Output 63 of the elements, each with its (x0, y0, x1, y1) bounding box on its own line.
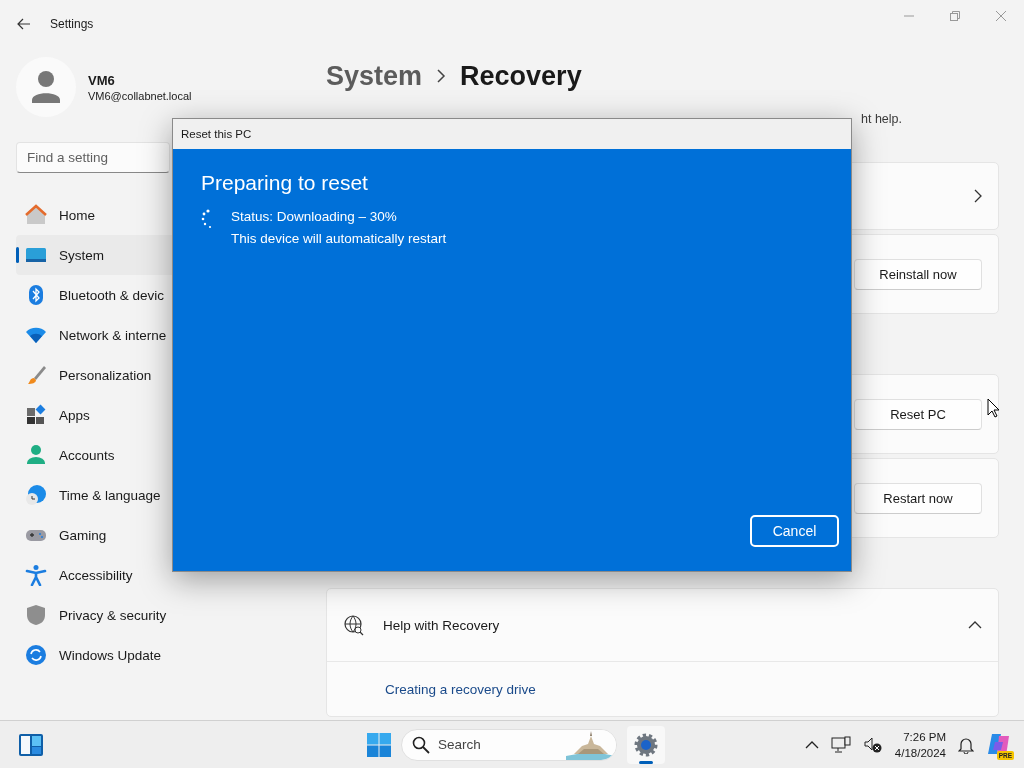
nav-label: Privacy & security (59, 607, 167, 623)
nav-label: Time & language (59, 487, 161, 503)
close-icon[interactable] (996, 11, 1006, 21)
chevron-up-icon[interactable] (968, 621, 982, 629)
restore-icon[interactable] (950, 11, 960, 21)
nav-item[interactable]: Network & interne (16, 315, 310, 355)
bell-icon[interactable] (958, 735, 974, 754)
nav-item[interactable]: Bluetooth & devic (16, 275, 310, 315)
nav-label: Windows Update (59, 647, 162, 663)
speaker-muted-icon[interactable] (862, 735, 883, 754)
nav-item[interactable]: Windows Update (16, 635, 310, 675)
chevron-right-icon (436, 69, 447, 83)
dialog-title: Reset this PC (181, 128, 252, 140)
brush-icon (25, 364, 47, 386)
taskbar-search[interactable]: Search (401, 728, 617, 761)
nav-label: Apps (59, 407, 90, 423)
nav-item[interactable]: Privacy & security (16, 595, 310, 635)
shield-icon (25, 604, 47, 626)
person-icon (25, 444, 47, 466)
nav-label: Gaming (59, 527, 107, 543)
help-link[interactable]: Creating a recovery drive (385, 681, 536, 697)
nav-item[interactable]: Accounts (16, 435, 310, 475)
search-field[interactable]: Find a setting (16, 142, 170, 173)
window-title: Settings (50, 17, 94, 31)
page-title: Recovery (460, 60, 582, 92)
globe-search-icon (343, 614, 365, 636)
nav-item[interactable]: Gaming (16, 515, 310, 555)
settings-app-icon[interactable] (627, 725, 665, 764)
action-button[interactable]: Restart now (854, 482, 982, 514)
back-arrow-icon[interactable] (16, 16, 32, 32)
nav-label: Home (59, 207, 95, 223)
cancel-button[interactable]: Cancel (750, 515, 839, 547)
nav-label: Personalization (59, 367, 152, 383)
taskbar-clock[interactable]: 7:26 PM 4/18/2024 (894, 728, 946, 761)
nav-item[interactable]: Apps (16, 395, 310, 435)
home-icon (25, 204, 47, 226)
nav-label: Bluetooth & devic (59, 287, 165, 303)
breadcrumb-parent[interactable]: System (326, 60, 423, 92)
nav-item[interactable]: Accessibility (16, 555, 310, 595)
nav-label: System (59, 247, 104, 263)
chevron-up-icon[interactable] (804, 740, 819, 749)
chevron-right-icon (974, 189, 982, 203)
network-icon[interactable] (830, 735, 851, 754)
status-text: Status: Downloading – 30% (231, 209, 398, 224)
action-button[interactable]: Reset PC (854, 398, 982, 430)
accessibility-icon (25, 564, 47, 586)
dialog-heading: Preparing to reset (201, 171, 369, 195)
nav-item[interactable]: Time & language (16, 475, 310, 515)
start-icon[interactable] (367, 732, 391, 757)
user-name: VM6 (88, 72, 116, 88)
user-email: VM6@collabnet.local (88, 89, 192, 102)
page-description: ht help. (861, 112, 902, 128)
nav-label: Network & interne (59, 327, 167, 343)
apps-icon (25, 404, 47, 426)
update-icon (25, 644, 47, 666)
globe-clock-icon (25, 484, 47, 506)
nav-label: Accessibility (59, 567, 133, 583)
widgets-icon[interactable] (18, 732, 44, 757)
help-title: Help with Recovery (383, 617, 500, 633)
nav-item[interactable]: Personalization (16, 355, 310, 395)
search-icon (412, 735, 430, 754)
action-button[interactable]: Reinstall now (854, 258, 982, 290)
nav-label: Accounts (59, 447, 115, 463)
